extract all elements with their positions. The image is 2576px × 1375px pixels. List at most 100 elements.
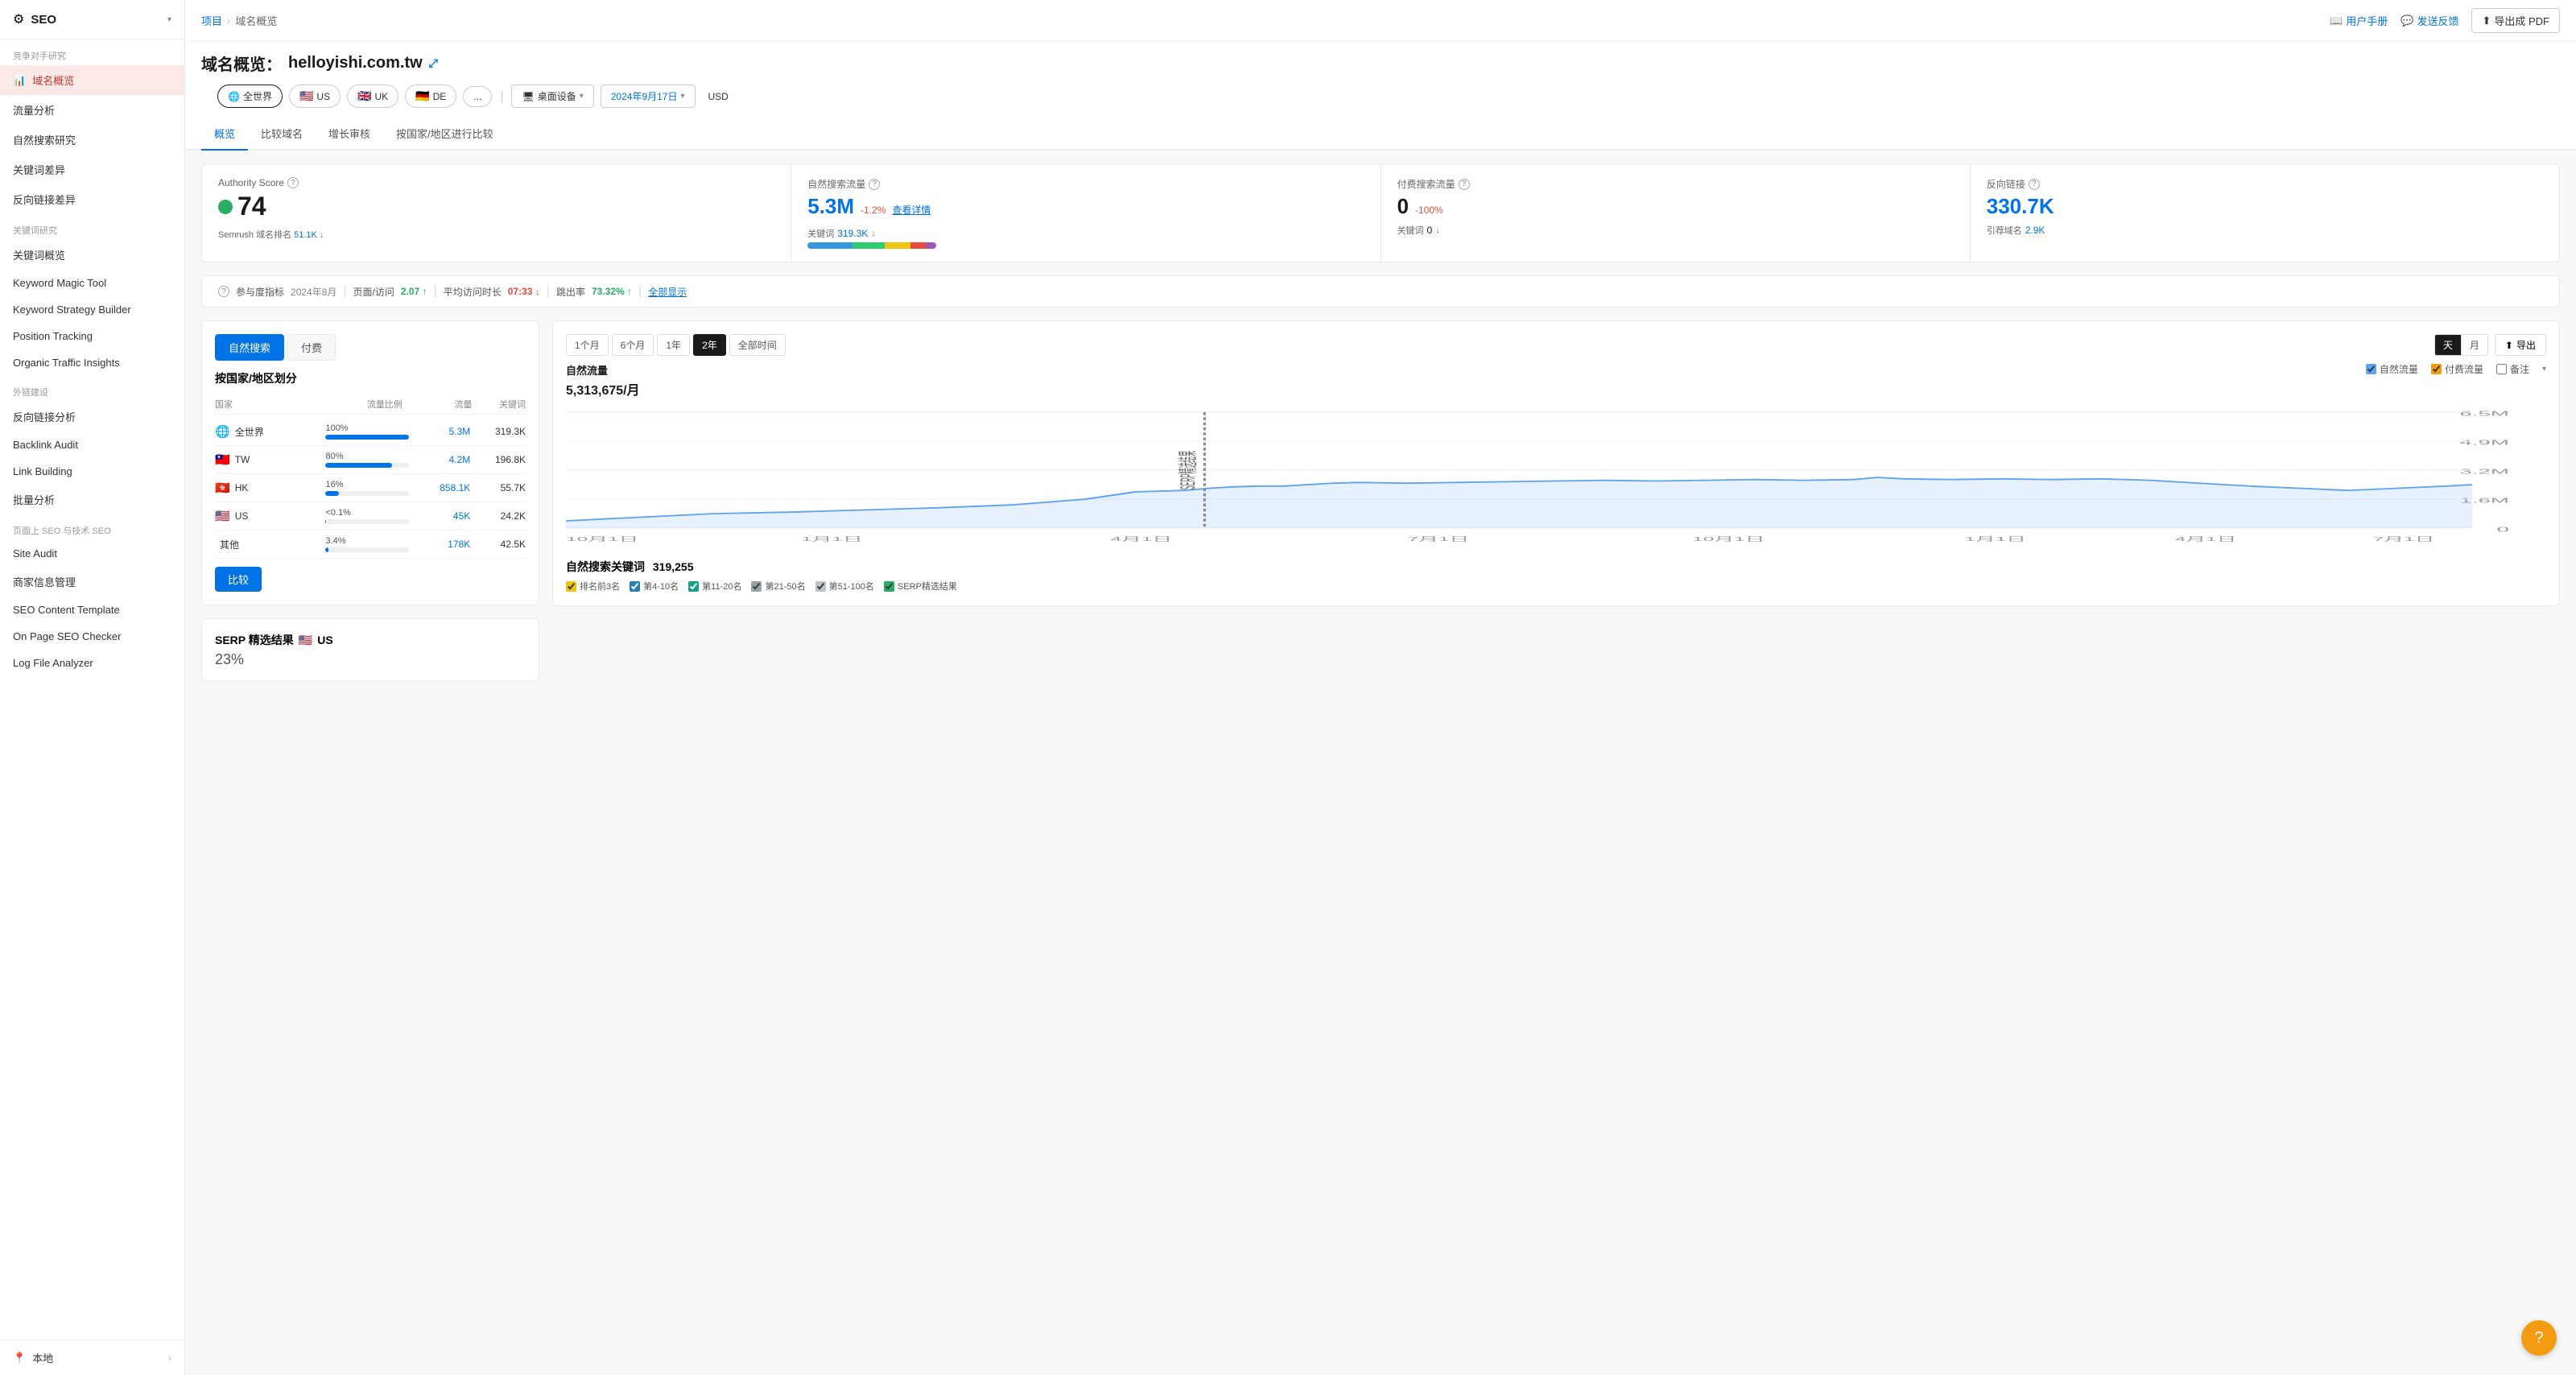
legend-organic-checkbox[interactable] (2366, 364, 2376, 374)
engagement-info-icon[interactable]: ? (218, 286, 229, 297)
chart-title-left: 自然流量 5,313,675/月 (566, 362, 640, 398)
legend-paid-checkbox[interactable] (2431, 364, 2442, 374)
legend-notes-checkbox[interactable] (2496, 364, 2507, 374)
sidebar-item-organic-research[interactable]: 自然搜索研究 (0, 125, 184, 155)
sidebar-item-traffic-analysis[interactable]: 流量分析 (0, 95, 184, 125)
tab-overview[interactable]: 概览 (201, 118, 248, 151)
sidebar-item-keyword-gap[interactable]: 关键词差异 (0, 155, 184, 184)
paid-traffic-label: 付费搜索流量 ? (1397, 177, 1954, 191)
date-filter-button[interactable]: 2024年9月17日 ▾ (601, 85, 696, 108)
view-day-button[interactable]: 天 (2435, 335, 2461, 355)
kw-legend-51to100[interactable]: 第51-100名 (815, 580, 874, 593)
time-1year[interactable]: 1年 (657, 334, 690, 356)
time-all[interactable]: 全部时间 (729, 334, 786, 356)
organic-traffic-label: 自然搜索流量 ? (807, 177, 1364, 191)
kw-21to50-checkbox[interactable] (751, 581, 762, 592)
kw-legend-4to10[interactable]: 第4-10名 (630, 580, 679, 593)
sidebar-item-keyword-overview[interactable]: 关键词概览 (0, 240, 184, 270)
sidebar-item-keyword-strategy[interactable]: Keyword Strategy Builder (0, 296, 184, 323)
currency-label: USD (702, 87, 735, 106)
filter-uk-button[interactable]: 🇬🇧 UK (347, 85, 398, 108)
filter-world-button[interactable]: 🌐 全世界 (217, 85, 283, 108)
export-pdf-button[interactable]: ⬆ 导出成 PDF (2471, 8, 2560, 33)
legend-paid[interactable]: 付费流量 (2431, 362, 2483, 376)
kw-top3-checkbox[interactable] (566, 581, 576, 592)
kw-legend-serp[interactable]: SERP精选结果 (884, 580, 957, 593)
up-arrow-icon: ↑ (423, 286, 427, 297)
kw-legend-11to20[interactable]: 第11-20名 (688, 580, 741, 593)
sidebar-item-backlink-gap[interactable]: 反向链接差异 (0, 184, 184, 214)
kw-4to10-checkbox[interactable] (630, 581, 640, 592)
breadcrumb-parent[interactable]: 项目 (201, 13, 222, 28)
kw-legend-21to50[interactable]: 第21-50名 (751, 580, 805, 593)
view-month-button[interactable]: 月 (2461, 335, 2487, 355)
kw-51to100-checkbox[interactable] (815, 581, 826, 592)
country-cell-hk: 🇭🇰 HK (215, 481, 325, 495)
sidebar-item-domain-overview[interactable]: 📊 域名概览 (0, 65, 184, 95)
col-header-ratio: 流量比例 (322, 398, 419, 411)
filter-more-button[interactable]: ... (463, 86, 492, 107)
sidebar-item-backlink-audit[interactable]: Backlink Audit (0, 431, 184, 458)
sidebar-section-keywords: 关键词研究 (0, 214, 184, 240)
organic-keywords-value: 319.3K (837, 228, 868, 239)
kw-legend-top3[interactable]: 排名前3名 (566, 580, 620, 593)
paid-info-icon[interactable]: ? (1459, 179, 1470, 190)
tab-paid-search[interactable]: 付费 (287, 334, 336, 361)
kw-11to20-checkbox[interactable] (688, 581, 699, 592)
legend-notes[interactable]: 备注 (2496, 362, 2529, 376)
sidebar-item-keyword-magic[interactable]: Keyword Magic Tool (0, 270, 184, 296)
organic-info-icon[interactable]: ? (869, 179, 880, 190)
tab-by-country[interactable]: 按国家/地区进行比较 (383, 118, 506, 151)
show-all-link[interactable]: 全部显示 (648, 285, 687, 299)
help-button[interactable]: ? (2521, 1320, 2557, 1356)
tab-organic-search[interactable]: 自然搜索 (215, 334, 284, 361)
us-flag: 🇺🇸 (299, 89, 313, 103)
external-link-icon[interactable]: ⤢ (429, 56, 438, 70)
organic-detail-link[interactable]: 查看详情 (892, 203, 931, 217)
sidebar-item-bulk-analysis[interactable]: 批量分析 (0, 485, 184, 514)
sidebar-item-organic-insights[interactable]: Organic Traffic Insights (0, 349, 184, 376)
sidebar-item-seo-content-template[interactable]: SEO Content Template (0, 597, 184, 623)
manual-button[interactable]: 📖 用户手册 (2330, 13, 2388, 28)
sidebar-item-position-tracking[interactable]: Position Tracking (0, 323, 184, 349)
score-dot-icon (218, 200, 233, 214)
tab-compare-domains[interactable]: 比较域名 (248, 118, 316, 151)
country-cell-world: 🌐 全世界 (215, 424, 325, 439)
filter-us-button[interactable]: 🇺🇸 US (289, 85, 341, 108)
col-header-keywords: 关键词 (472, 398, 526, 411)
sidebar-local-item[interactable]: 📍 本地 › (0, 1340, 184, 1375)
chart-export-button[interactable]: ⬆ 导出 (2495, 334, 2546, 356)
sidebar-item-link-building[interactable]: Link Building (0, 458, 184, 485)
tab-growth-review[interactable]: 增长审核 (316, 118, 383, 151)
feedback-button[interactable]: 💬 发送反馈 (2401, 13, 2458, 28)
filter-de-button[interactable]: 🇩🇪 DE (405, 85, 456, 108)
time-6months[interactable]: 6个月 (612, 334, 654, 356)
sidebar-item-merchant-info[interactable]: 商家信息管理 (0, 567, 184, 597)
backlinks-info-icon[interactable]: ? (2029, 179, 2040, 190)
sidebar-item-backlink-analysis[interactable]: 反向链接分析 (0, 402, 184, 431)
filter-separator: | (500, 89, 503, 104)
kw-serp-checkbox[interactable] (884, 581, 894, 592)
country-cell-tw: 🇹🇼 TW (215, 452, 325, 467)
time-range-buttons: 1个月 6个月 1年 2年 全部时间 (566, 334, 786, 356)
compare-button[interactable]: 比较 (215, 567, 262, 592)
message-icon: 💬 (2401, 14, 2413, 27)
time-2years[interactable]: 2年 (693, 334, 726, 356)
traffic-cell-hk: 858.1K (415, 482, 471, 493)
page-title-prefix: 域名概览： (201, 52, 282, 75)
serp-percent: 23% (215, 651, 526, 668)
sidebar-item-on-page-checker[interactable]: On Page SEO Checker (0, 623, 184, 650)
paid-keywords-value: 0 (1427, 225, 1433, 236)
sidebar-item-log-file-analyzer[interactable]: Log File Analyzer (0, 650, 184, 676)
metrics-row: Authority Score ? 74 Semrush 域名排名 51.1K … (201, 163, 2560, 262)
table-row: 🇺🇸 US <0.1% 45K 24.2K (215, 502, 526, 531)
time-1month[interactable]: 1个月 (566, 334, 609, 356)
legend-organic[interactable]: 自然流量 (2366, 362, 2418, 376)
sidebar-header[interactable]: ⚙ SEO ▾ (0, 0, 184, 39)
bar-seg-3 (885, 242, 910, 249)
sidebar-item-site-audit[interactable]: Site Audit (0, 540, 184, 567)
device-filter-button[interactable]: 🖥 桌面设备 ▾ (511, 85, 593, 108)
authority-info-icon[interactable]: ? (287, 177, 299, 188)
monitor-icon: 🖥 (522, 91, 534, 102)
location-icon: 📍 (13, 1352, 26, 1365)
